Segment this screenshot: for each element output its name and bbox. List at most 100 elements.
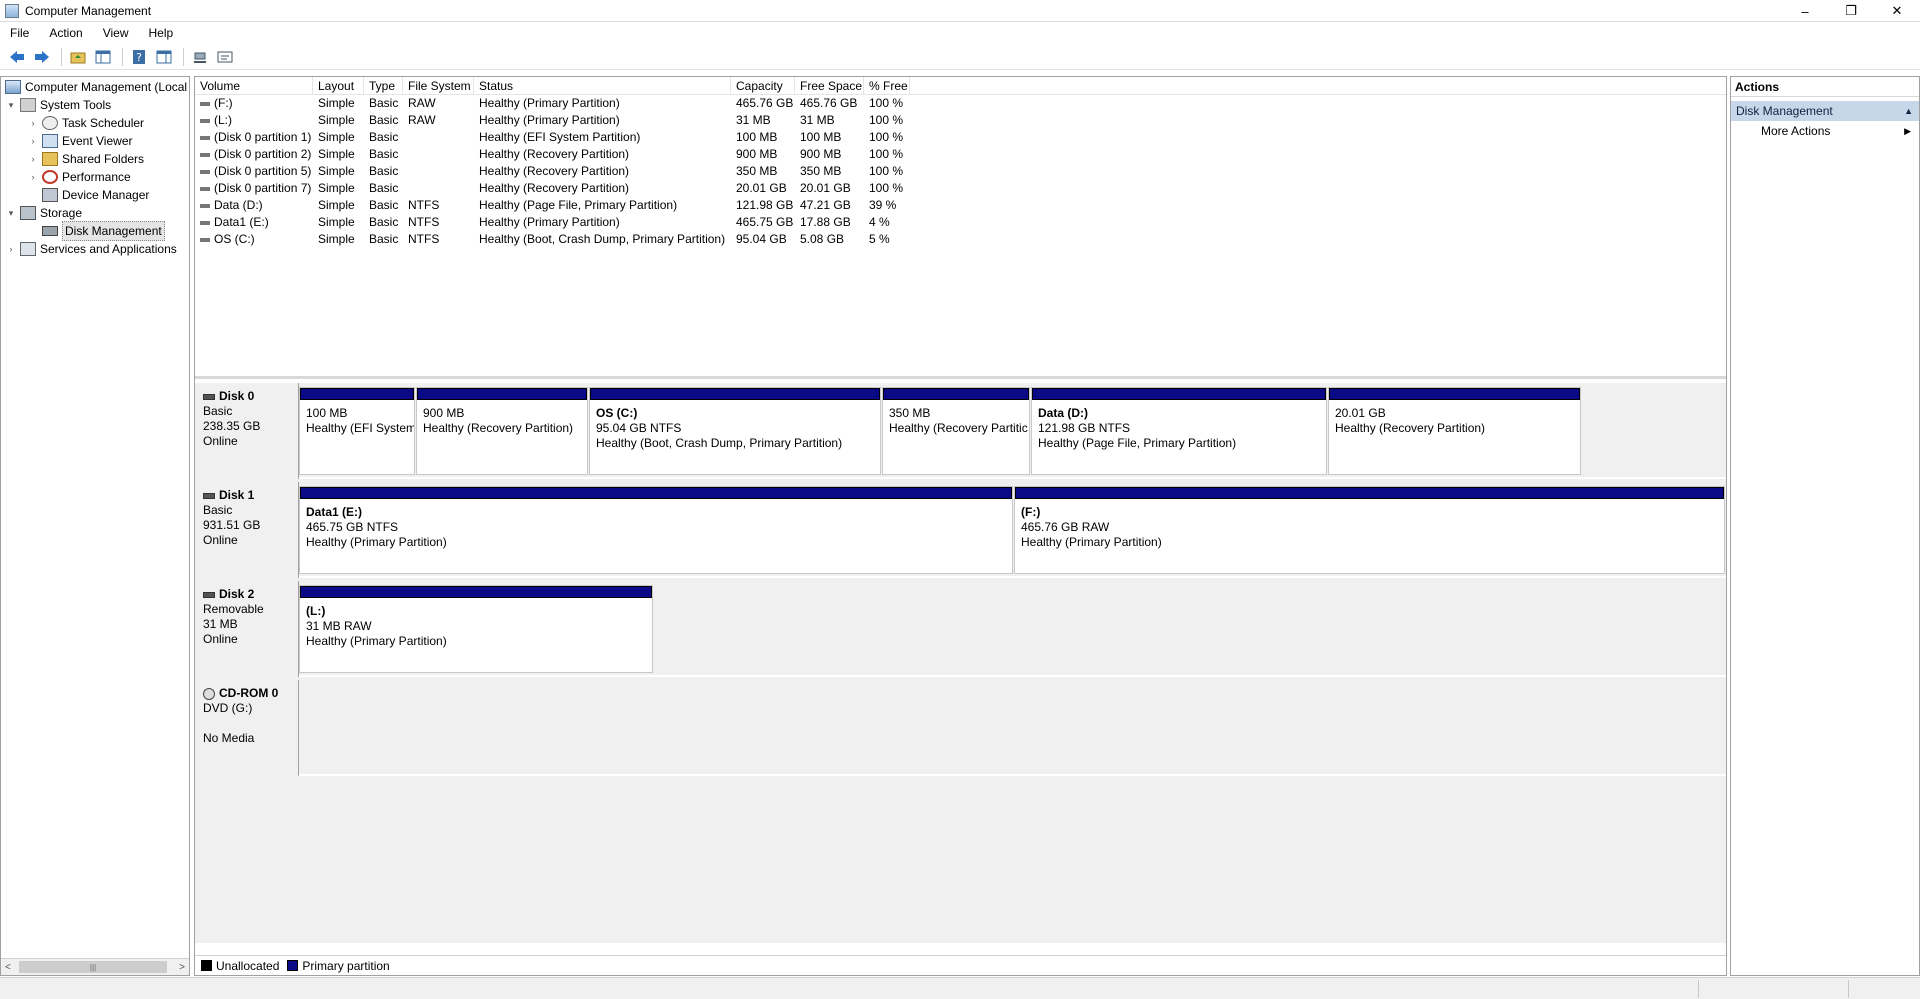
tree-item-device-manager[interactable]: Device Manager xyxy=(27,186,149,204)
cell-file-system xyxy=(403,129,474,146)
column-header-free-space[interactable]: Free Space xyxy=(795,77,864,94)
cell-file-system: NTFS xyxy=(408,215,440,229)
back-icon[interactable] xyxy=(6,46,28,68)
cell-type: Basic xyxy=(369,232,399,246)
table-row[interactable]: (Disk 0 partition 7) Simple Basic Healthy (… xyxy=(195,180,1726,197)
cell-free-space: 5.08 GB xyxy=(800,232,845,246)
table-row[interactable]: OS (C:) Simple Basic NTFS Healthy (Boot, Cra… xyxy=(195,231,1726,248)
tree-item-services-and-applications[interactable]: › Services and Applications xyxy=(5,240,177,258)
partition-block[interactable]: Data1 (E:) 465.75 GB NTFS Healthy (Primary… xyxy=(299,486,1013,574)
partition-block[interactable]: 100 MB Healthy (EFI System xyxy=(299,387,415,475)
disk-info[interactable]: Disk 0 Basic 238.35 GB Online xyxy=(195,383,299,479)
performance-icon xyxy=(42,170,58,184)
up-folder-icon[interactable] xyxy=(67,46,89,68)
cell-volume: (Disk 0 partition 2) xyxy=(195,146,313,163)
table-row[interactable]: Data (D:) Simple Basic NTFS Healthy (Page Fi… xyxy=(195,197,1726,214)
partition-block[interactable]: 20.01 GB Healthy (Recovery Partition) xyxy=(1328,387,1581,475)
cell-type: Basic xyxy=(369,198,399,212)
tree-item-event-viewer[interactable]: › Event Viewer xyxy=(27,132,132,150)
minimize-button[interactable]: – xyxy=(1782,0,1828,22)
menu-action[interactable]: Action xyxy=(39,22,92,44)
column-header-status[interactable]: Status xyxy=(474,77,731,94)
properties-icon[interactable] xyxy=(214,46,236,68)
chevron-right-icon[interactable]: › xyxy=(27,150,39,168)
tree-item-disk-management[interactable]: Disk Management xyxy=(27,221,165,241)
restore-button[interactable]: ❐ xyxy=(1828,0,1874,22)
tree-item-system-tools[interactable]: ▾ System Tools xyxy=(5,96,111,114)
table-row[interactable]: (L:) Simple Basic RAW Healthy (Primary Parti… xyxy=(195,112,1726,129)
legend-swatch xyxy=(201,960,212,971)
scrollbar-thumb[interactable]: ||| xyxy=(19,961,167,973)
close-button[interactable]: ✕ xyxy=(1874,0,1920,22)
cell-layout: Simple xyxy=(318,181,355,195)
partition-block[interactable]: (F:) 465.76 GB RAW Healthy (Primary Partit… xyxy=(1014,486,1725,574)
cell-type: Basic xyxy=(369,164,399,178)
chevron-right-icon: ▶ xyxy=(1904,126,1911,136)
cell-capacity: 95.04 GB xyxy=(736,232,787,246)
tree-item-performance[interactable]: › Performance xyxy=(27,168,131,186)
cell-capacity: 31 MB xyxy=(736,113,771,127)
tree-item-shared-folders[interactable]: › Shared Folders xyxy=(27,150,144,168)
partition-block[interactable]: 350 MB Healthy (Recovery Partitic xyxy=(882,387,1030,475)
column-header-type[interactable]: Type xyxy=(364,77,403,94)
services-icon xyxy=(20,242,36,256)
cell-layout: Simple xyxy=(318,147,355,161)
cell-capacity: 100 MB xyxy=(736,130,778,144)
tree-horizontal-scrollbar[interactable]: < ||| > xyxy=(1,958,189,975)
chevron-right-icon[interactable]: › xyxy=(5,240,17,258)
help-icon[interactable]: ? xyxy=(128,46,150,68)
volume-icon xyxy=(200,135,210,140)
status-bar xyxy=(0,977,1920,999)
column-header-percent-free[interactable]: % Free xyxy=(864,77,910,94)
table-row[interactable]: (F:) Simple Basic RAW Healthy (Primary Parti… xyxy=(195,95,1726,112)
legend-label: Primary partition xyxy=(302,958,390,973)
partition-block[interactable]: Data (D:) 121.98 GB NTFS Healthy (Page Fil… xyxy=(1031,387,1327,475)
column-header-layout[interactable]: Layout xyxy=(313,77,364,94)
chevron-right-icon[interactable]: › xyxy=(27,114,39,132)
menu-help[interactable]: Help xyxy=(139,22,184,44)
volume-name: (Disk 0 partition 2) xyxy=(214,147,312,161)
show-hide-action-pane-icon[interactable] xyxy=(153,46,175,68)
table-row[interactable]: (Disk 0 partition 1) Simple Basic Healthy (… xyxy=(195,129,1726,146)
partition-block[interactable]: OS (C:) 95.04 GB NTFS Healthy (Boot, Crash… xyxy=(589,387,881,475)
disk-info[interactable]: Disk 1 Basic 931.51 GB Online xyxy=(195,482,299,578)
menu-view[interactable]: View xyxy=(93,22,139,44)
cell-percent-free: 100 % xyxy=(869,164,904,178)
disk-info[interactable]: Disk 2 Removable 31 MB Online xyxy=(195,581,299,677)
table-row[interactable]: Data1 (E:) Simple Basic NTFS Healthy (Primar… xyxy=(195,214,1726,231)
partition-name: Data1 (E:) xyxy=(306,505,363,519)
actions-section-disk-management[interactable]: Disk Management ▲ xyxy=(1731,101,1919,121)
more-actions[interactable]: More Actions ▶ xyxy=(1731,121,1919,141)
partition-block[interactable]: (L:) 31 MB RAW Healthy (Primary Partition) xyxy=(299,585,653,673)
table-row[interactable]: (Disk 0 partition 2) Simple Basic Healthy (… xyxy=(195,146,1726,163)
cell-file-system: RAW xyxy=(408,96,436,110)
primary-partition-bar xyxy=(1329,388,1580,400)
forward-icon[interactable] xyxy=(31,46,53,68)
collapse-icon[interactable]: ▲ xyxy=(1904,101,1913,121)
table-row[interactable]: (Disk 0 partition 5) Simple Basic Healthy (… xyxy=(195,163,1726,180)
chevron-right-icon[interactable]: › xyxy=(27,168,39,186)
scroll-left-icon[interactable]: < xyxy=(1,962,11,973)
chevron-down-icon[interactable]: ▾ xyxy=(5,204,17,222)
connect-icon[interactable] xyxy=(189,46,211,68)
cell-file-system: NTFS xyxy=(408,232,440,246)
tree-item-task-scheduler[interactable]: › Task Scheduler xyxy=(27,114,144,132)
tree-item-storage[interactable]: ▾ Storage xyxy=(5,204,82,222)
partition-block[interactable]: 900 MB Healthy (Recovery Partition) xyxy=(416,387,588,475)
scroll-right-icon[interactable]: > xyxy=(179,962,189,973)
tree-item-computer-management[interactable]: Computer Management (Local xyxy=(5,78,187,96)
chevron-down-icon[interactable]: ▾ xyxy=(5,96,17,114)
show-hide-tree-icon[interactable] xyxy=(92,46,114,68)
cell-file-system xyxy=(403,180,474,197)
cell-volume: (Disk 0 partition 7) xyxy=(195,180,313,197)
column-header-capacity[interactable]: Capacity xyxy=(731,77,795,94)
volume-icon xyxy=(200,237,210,242)
disk-info[interactable]: CD-ROM 0 DVD (G:) No Media xyxy=(195,680,299,776)
column-header-volume[interactable]: Volume xyxy=(195,77,313,94)
cell-file-system: RAW xyxy=(408,113,436,127)
tree-item-label: Performance xyxy=(62,170,131,184)
menu-file[interactable]: File xyxy=(0,22,39,44)
chevron-right-icon[interactable]: › xyxy=(27,132,39,150)
cell-type: Basic xyxy=(369,130,399,144)
column-header-file-system[interactable]: File System xyxy=(403,77,474,94)
